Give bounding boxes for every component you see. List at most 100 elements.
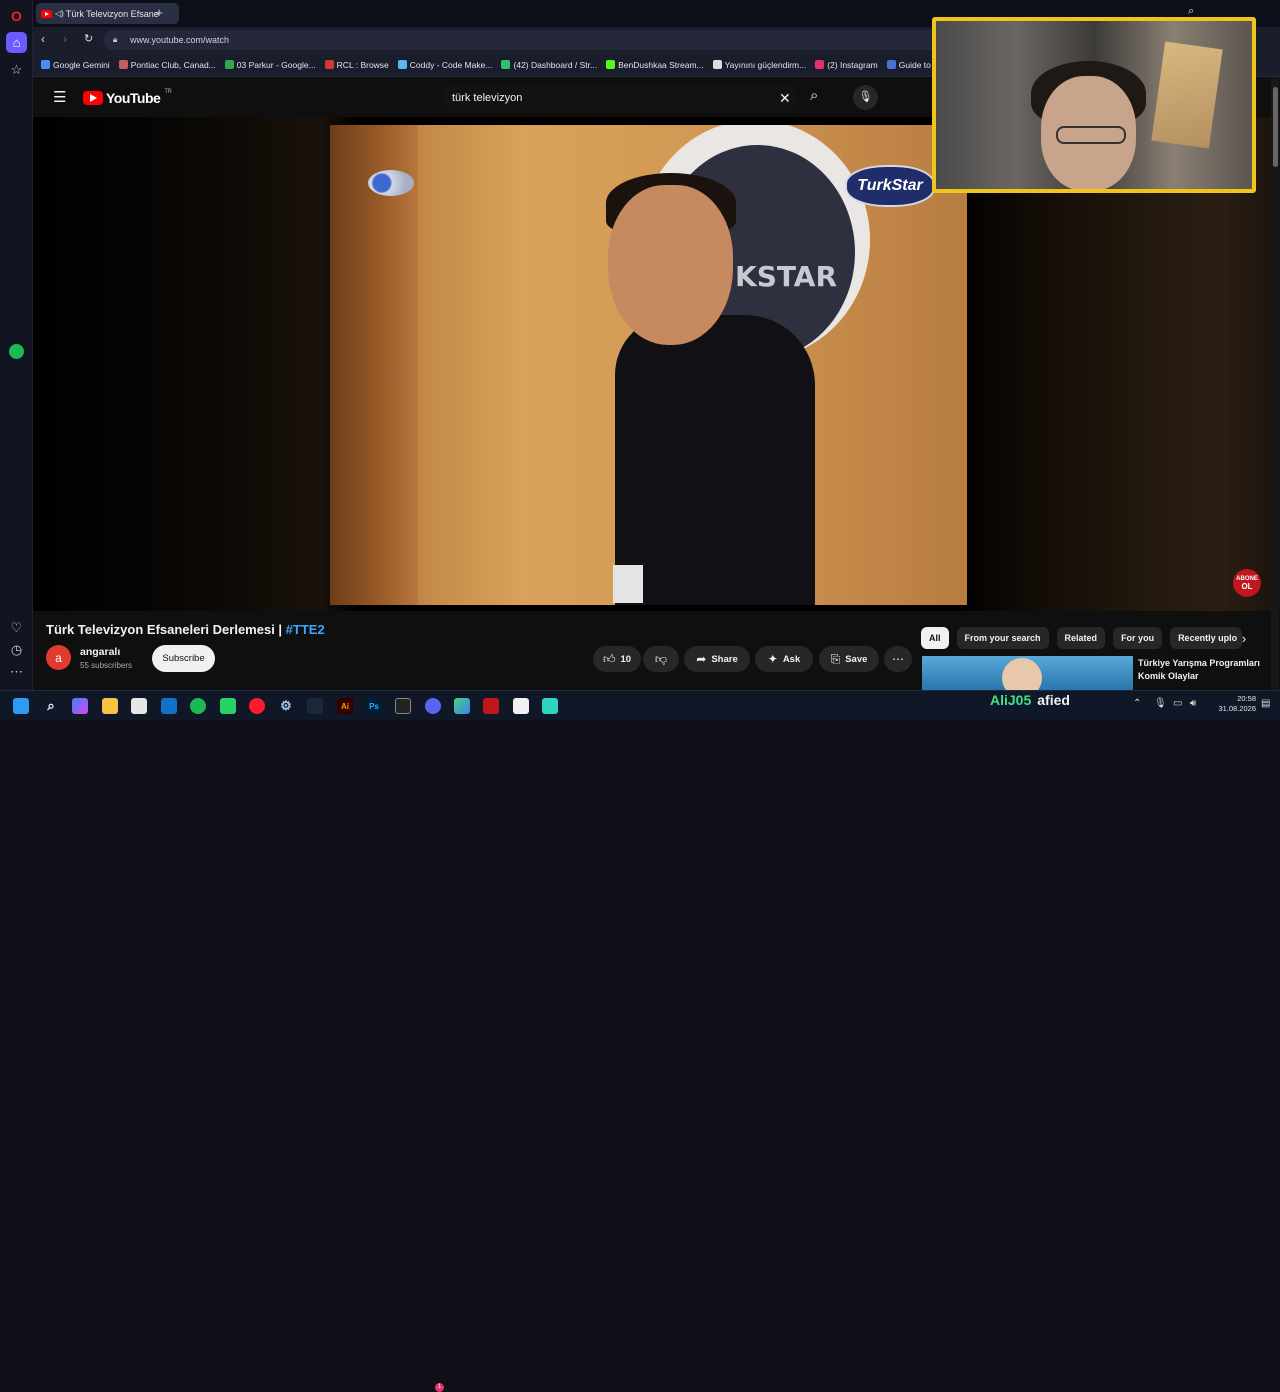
chat-message: afied [1037, 692, 1070, 708]
forward-icon[interactable]: › [63, 32, 67, 46]
share-button[interactable]: ➦ Share [684, 646, 750, 672]
bookmark-item[interactable]: (2) Instagram [815, 60, 878, 70]
chip-from-search[interactable]: From your search [956, 627, 1049, 649]
more-horizontal-icon: ⋯ [892, 652, 904, 666]
show-badge: TurkStar [845, 165, 935, 207]
history-icon[interactable]: ◷ [6, 639, 27, 660]
bookmark-icon [224, 60, 234, 69]
settings-gear-icon[interactable]: ⚙ [278, 698, 294, 714]
youtube-logo[interactable]: YouTube TR [83, 89, 172, 106]
store-icon[interactable] [131, 698, 147, 714]
bookmark-item[interactable]: 03 Parkur - Google... [224, 60, 316, 70]
menu-icon[interactable]: ☰ [53, 88, 66, 106]
more-actions-button[interactable]: ⋯ [884, 646, 912, 672]
illustrator-icon[interactable]: Ai [337, 698, 353, 714]
scrollbar-thumb[interactable] [1273, 87, 1278, 167]
stream-chat-overlay: AliJ05 afied [990, 692, 1070, 708]
voice-search-icon[interactable]: 🎙︎ [853, 85, 878, 110]
url-text: www.youtube.com/watch [130, 35, 230, 45]
clock[interactable]: 20:58 31.08.2026 [1208, 694, 1256, 714]
spotify-icon[interactable] [190, 698, 206, 714]
mcafee-icon[interactable] [483, 698, 499, 714]
tray-chevron-icon[interactable]: ⌃ [1133, 698, 1141, 709]
volume-icon[interactable]: 🔊︎ [1190, 698, 1196, 709]
windows-start-icon[interactable] [13, 698, 29, 714]
bookmark-icon [118, 60, 128, 69]
reload-icon[interactable]: ↻ [84, 32, 93, 45]
notification-badge: 1 [435, 1383, 444, 1392]
more-icon[interactable]: ⋯ [6, 661, 27, 682]
bookmark-icon [606, 60, 616, 69]
like-button[interactable]: 👍︎ 10 [593, 646, 641, 672]
bookmark-item[interactable]: BenDushkaa Stream... [606, 60, 704, 70]
heart-icon[interactable]: ♡ [6, 617, 27, 638]
copilot-icon[interactable] [72, 698, 88, 714]
channel-watermark-icon [368, 170, 414, 196]
video-title: Türk Televizyon Efsaneleri Derlemesi | #… [46, 622, 325, 637]
chip-related[interactable]: Related [1056, 627, 1106, 649]
photoshop-icon[interactable]: Ps [366, 698, 382, 714]
person-body [615, 315, 815, 605]
share-icon: ➦ [696, 652, 707, 666]
steam-icon[interactable] [307, 698, 323, 714]
chip-recently-uploaded[interactable]: Recently uplo [1170, 627, 1243, 649]
video-frame[interactable]: KSTAR TurkStar [330, 125, 967, 605]
recommendation-chips: All From your search Related For you Rec… [921, 627, 1243, 649]
channel-name[interactable]: angaralı [80, 646, 120, 658]
notes-icon[interactable] [513, 698, 529, 714]
opera-icon[interactable] [249, 698, 265, 714]
search-input[interactable]: türk televizyon ✕ [441, 85, 798, 111]
app-icon[interactable] [454, 698, 470, 714]
chevron-right-icon[interactable]: › [1233, 627, 1255, 649]
discord-icon[interactable] [425, 698, 441, 714]
chip-for-you[interactable]: For you [1113, 627, 1163, 649]
sparkle-icon: ✦ [767, 652, 778, 666]
stage-logo-text: KSTAR [735, 260, 838, 293]
scrollbar[interactable] [1271, 77, 1279, 690]
search-icon[interactable]: ⌕ [43, 698, 59, 714]
bookmark-icon [886, 60, 896, 69]
tab-title: Türk Televizyon Efsane [65, 8, 159, 19]
youtube-logo-icon [83, 91, 103, 105]
dislike-button[interactable]: 👎︎ [643, 646, 679, 672]
bookmark-icon [324, 60, 334, 69]
pinboard-icon[interactable]: ☆ [6, 59, 27, 80]
chip-all[interactable]: All [921, 627, 949, 649]
back-icon[interactable]: ‹ [41, 32, 45, 46]
bookmark-item[interactable]: Coddy - Code Make... [397, 60, 492, 70]
search-icon[interactable]: ⌕ [810, 87, 818, 104]
bookmark-item[interactable]: Yayınını güçlendirm... [712, 60, 806, 70]
new-tab-button[interactable]: + [151, 5, 167, 21]
app-icon[interactable] [542, 698, 558, 714]
bookmark-icon [41, 60, 50, 69]
bookmark-item[interactable]: RCL : Browse [324, 60, 389, 70]
save-button[interactable]: ⎘ Save [819, 646, 879, 672]
mute-icon[interactable]: ◁) [55, 9, 64, 18]
bookmark-item[interactable]: (42) Dashboard / Str... [501, 60, 597, 70]
notification-icon[interactable]: ▤ [1261, 698, 1270, 709]
lock-icon: 🔒︎ [113, 35, 118, 44]
opera-logo-icon[interactable]: O [6, 5, 27, 26]
hashtag-link[interactable]: #TTE2 [286, 622, 325, 637]
spotify-icon[interactable] [6, 341, 27, 362]
thumbs-up-icon: 👍︎ [602, 651, 616, 666]
outlook-icon[interactable] [161, 698, 177, 714]
avatar[interactable]: a [46, 645, 71, 670]
subscribe-button[interactable]: Subscribe [152, 645, 215, 672]
bookmark-icon [397, 60, 407, 69]
capcut-icon[interactable] [395, 698, 411, 714]
network-icon[interactable]: ▭ [1173, 698, 1182, 709]
file-explorer-icon[interactable] [102, 698, 118, 714]
abone-ol-badge[interactable]: ABONE OL [1233, 569, 1261, 597]
opera-sidebar: O ⌂ ☆ ♡ ◷ ⋯ [0, 0, 33, 690]
recommended-title[interactable]: Türkiye Yarışma Programları Komik Olayla… [1138, 657, 1268, 683]
whatsapp-icon[interactable] [220, 698, 236, 714]
recommended-thumbnail[interactable] [922, 656, 1133, 690]
home-icon[interactable]: ⌂ [6, 32, 27, 53]
youtube-favicon-icon [41, 9, 52, 18]
ask-button[interactable]: ✦ Ask [755, 646, 813, 672]
bookmark-item[interactable]: Pontiac Club, Canad... [118, 60, 216, 70]
microphone-tray-icon[interactable]: 🎙︎ [1154, 698, 1167, 709]
bookmark-item[interactable]: Google Gemini [41, 60, 110, 70]
clear-search-icon[interactable]: ✕ [779, 85, 791, 111]
